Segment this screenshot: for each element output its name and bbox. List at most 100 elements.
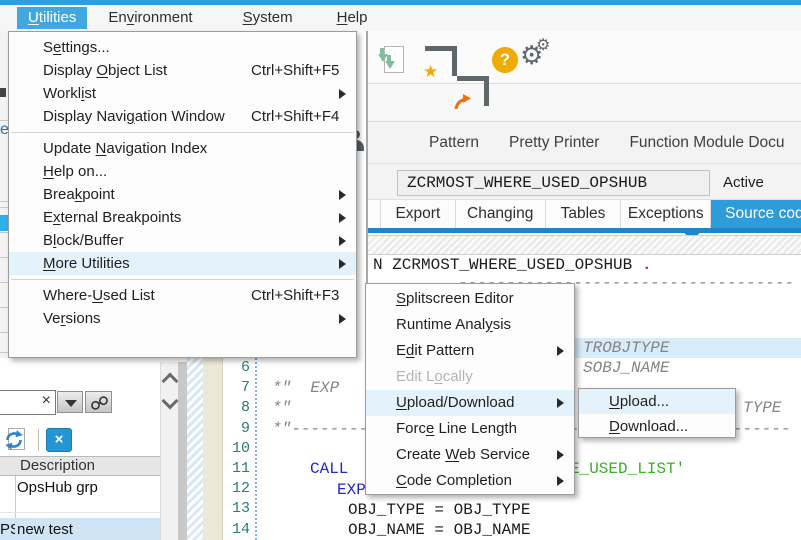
submenu-arrow-icon (339, 314, 346, 324)
menu-item-versions[interactable]: Versions (9, 307, 356, 330)
line-number: 13 (222, 499, 250, 519)
menu-item-label: Download... (609, 418, 688, 435)
line-number: 14 (222, 520, 250, 540)
code-fragment: E_USED_LIST' (570, 459, 685, 479)
function-module-name-field[interactable]: ZCRMOST_WHERE_USED_OPSHUB (397, 170, 710, 196)
menu-item-block-buffer[interactable]: Block/Buffer (9, 229, 356, 252)
submenu-arrow-icon (557, 346, 564, 356)
menu-item-label: Breakpoint (43, 186, 115, 203)
submenu-arrow-icon (339, 213, 346, 223)
menu-item-splitscreen-editor[interactable]: Splitscreen Editor (366, 286, 574, 312)
menu-bar: Utilities Environment System Help (0, 5, 801, 31)
list-item-opshub-grp[interactable]: OpsHub grp (0, 476, 160, 500)
orange-arrow-shape (454, 94, 472, 110)
menubar-item-environment[interactable]: Environment (97, 7, 203, 29)
chevron-down-icon (65, 400, 77, 407)
tab-changing[interactable]: Changing (456, 200, 546, 228)
tab-tables[interactable]: Tables (546, 200, 622, 228)
menu-item-worklist[interactable]: Worklist (9, 82, 356, 105)
menu-item-help-on[interactable]: Help on... (9, 160, 356, 183)
menu-item-code-completion[interactable]: Code Completion (366, 468, 574, 494)
help-icon[interactable]: ? (492, 47, 518, 73)
code-fragment: CALL (310, 459, 348, 479)
star-glyph: ★ (423, 63, 438, 80)
menu-item-upload-download[interactable]: Upload/Download (366, 390, 574, 416)
filter-input[interactable]: × (0, 390, 56, 415)
menu-item-where-used-list[interactable]: Where-Used List Ctrl+Shift+F3 (9, 284, 356, 307)
function-module-docu-button[interactable]: Function Module Docu (629, 134, 784, 152)
menu-item-display-object-list[interactable]: Display Object ListCtrl+Shift+F5 (9, 59, 356, 82)
create-shortcut-icon[interactable] (457, 76, 489, 106)
menubar-item-utilities[interactable]: Utilities (17, 7, 87, 29)
submenu-arrow-icon (339, 89, 346, 99)
menu-item-label: Force Line Length (396, 420, 517, 437)
clipped-icon-fragment (0, 88, 6, 97)
menu-item-label: More Utilities (43, 255, 130, 272)
customize-icon[interactable]: ⚙ ⚙ (520, 42, 552, 74)
menu-item-force-line-length[interactable]: Force Line Length (366, 416, 574, 442)
menu-item-breakpoint[interactable]: Breakpoint (9, 183, 356, 206)
menu-item-upload[interactable]: Upload... (579, 389, 735, 414)
pretty-printer-button[interactable]: Pretty Printer (509, 134, 599, 152)
dropdown-button[interactable] (57, 391, 83, 413)
column-header[interactable]: Description (0, 456, 160, 476)
submenu-arrow-icon (557, 450, 564, 460)
tab-source-code[interactable]: Source code (711, 200, 801, 228)
menu-shortcut: Ctrl+Shift+F3 (251, 284, 339, 307)
code-fragment: OBJ_NAME = OBJ_NAME (348, 520, 530, 540)
menu-item-label: Settings... (43, 39, 110, 56)
menu-separator (9, 275, 356, 284)
menu-item-edit-pattern[interactable]: Edit Pattern (366, 338, 574, 364)
toolbar-separator (38, 429, 39, 451)
menu-item-more-utilities[interactable]: More Utilities (9, 252, 356, 275)
line-number: 7 (222, 378, 250, 398)
description-cell: new test (17, 518, 73, 540)
menu-item-label: Code Completion (396, 472, 512, 489)
submenu-arrow-icon (339, 236, 346, 246)
new-session-icon[interactable]: ★ (425, 46, 457, 76)
sap-gui-window: Utilities Environment System Help Pattern P… (0, 0, 801, 540)
description-cell: OpsHub grp (17, 476, 98, 500)
tab-export[interactable]: Export (381, 200, 456, 228)
close-view-button[interactable]: × (46, 428, 72, 452)
menu-item-display-navigation-window[interactable]: Display Navigation WindowCtrl+Shift+F4 (9, 105, 356, 128)
list-item-new-test[interactable]: PSHnew test (0, 518, 160, 540)
menu-item-runtime-analysis[interactable]: Runtime Analysis (366, 312, 574, 338)
line-number: 9 (222, 419, 250, 439)
editor-splitter-band[interactable] (368, 235, 801, 255)
refresh-icon[interactable] (2, 427, 28, 453)
menu-item-edit-locally: Edit Locally (366, 364, 574, 390)
more-utilities-submenu: Splitscreen Editor Runtime AnalysisEdit P… (365, 283, 575, 495)
pattern-button[interactable]: Pattern (429, 134, 479, 152)
application-toolbar: Pattern Pretty Printer Function Module D… (367, 121, 801, 164)
submenu-arrow-icon (557, 398, 564, 408)
menu-item-label: Display Object List (43, 62, 167, 79)
menu-item-label: Block/Buffer (43, 232, 124, 249)
menu-item-external-breakpoints[interactable]: External Breakpoints (9, 206, 356, 229)
menu-item-create-web-service[interactable]: Create Web Service (366, 442, 574, 468)
menu-item-label: Upload... (609, 393, 669, 410)
code-fragment: N ZCRMOST_WHERE_USED_OPSHUB (373, 255, 632, 275)
line-number: 10 (222, 439, 250, 459)
utilities-menu: Settings...Display Object ListCtrl+Shift… (8, 31, 357, 358)
status-label: Active (723, 174, 764, 191)
menubar-item-help[interactable]: Help (326, 7, 379, 29)
code-fragment: . (642, 255, 652, 275)
selection-fragment (0, 215, 8, 231)
tab-exceptions[interactable]: Exceptions (621, 200, 711, 228)
panel-splitter[interactable] (187, 358, 203, 540)
menu-item-download[interactable]: Download... (579, 414, 735, 439)
scrollbar-track-strip[interactable] (178, 362, 187, 540)
menu-item-label: Edit Locally (396, 368, 473, 385)
clear-filter-icon[interactable]: × (42, 392, 51, 410)
menubar-item-system[interactable]: System (232, 7, 304, 29)
menu-item-label: Splitscreen Editor (396, 290, 514, 307)
menu-shortcut: Ctrl+Shift+F4 (251, 105, 339, 128)
upload-download-submenu: Upload... Download... (578, 388, 736, 438)
menu-item-update-navigation-index[interactable]: Update Navigation Index (9, 137, 356, 160)
menu-item-label: Where-Used List (43, 287, 155, 304)
document-export-icon[interactable] (378, 46, 404, 74)
menu-item-label: Upload/Download (396, 394, 514, 411)
display-object-button[interactable] (85, 391, 112, 413)
menu-item-settings[interactable]: Settings... (9, 36, 356, 59)
